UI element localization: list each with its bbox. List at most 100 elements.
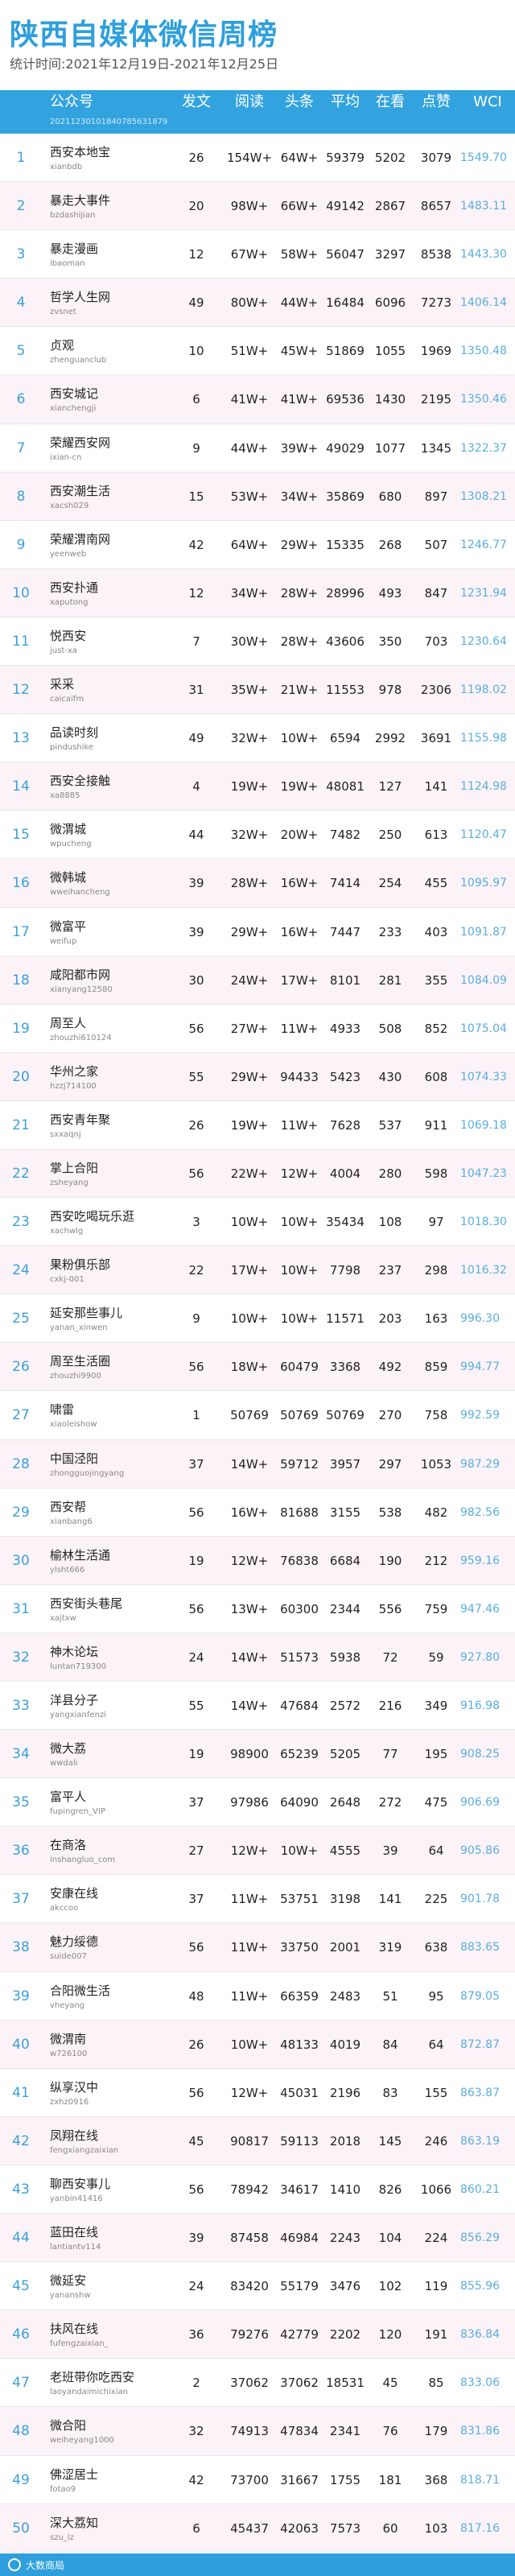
table-row[interactable]: 26 周至生活圈 zhouzhi9900 56 18W+ 60479 3368 492 859 9…	[0, 1343, 515, 1392]
table-row[interactable]: 48 微合阳 weiheyang1000 32 74913 47834 2341 76 179 8…	[0, 2407, 515, 2456]
account-name[interactable]: 果粉俱乐部	[50, 1256, 110, 1273]
account-name[interactable]: 暴走漫画	[50, 240, 98, 257]
account-name[interactable]: 神木论坛	[50, 1643, 98, 1660]
table-row[interactable]: 25 延安那些事儿 yanan_xinwen 9 10W+ 10W+ 11571 203 163…	[0, 1294, 515, 1344]
column-header-headline[interactable]: 头条	[274, 90, 325, 134]
table-row[interactable]: 23 西安吃喝玩乐逛 xachwlg 3 10W+ 10W+ 35434 108 97 1018.…	[0, 1198, 515, 1247]
account-name[interactable]: 微韩城	[50, 869, 86, 886]
account-name[interactable]: 在商洛	[50, 1836, 86, 1853]
column-header-reads[interactable]: 阅读	[224, 90, 275, 134]
table-row[interactable]: 42 凤翔在线 fengxiangzaixian 45 90817 59113 2018 14…	[0, 2116, 515, 2165]
table-row[interactable]: 15 微渭城 wpucheng 44 32W+ 20W+ 7482 250 613 1120.47	[0, 811, 515, 860]
column-header-likes[interactable]: 点赞	[412, 90, 460, 134]
column-header-average[interactable]: 平均	[322, 90, 369, 134]
table-row[interactable]: 2 暴走大事件 bzdashijian 20 98W+ 66W+ 49142 2867 8657…	[0, 182, 515, 231]
account-name[interactable]: 魅力绥德	[50, 1933, 98, 1950]
table-row[interactable]: 30 榆林生活通 ylsht666 19 12W+ 76838 6684 190 212 959.…	[0, 1536, 515, 1585]
table-row[interactable]: 7 荣耀西安网 ixian-cn 9 44W+ 39W+ 49029 1077 1345 1322…	[0, 423, 515, 473]
account-name[interactable]: 微合阳	[50, 2417, 86, 2434]
column-header-looking[interactable]: 在看	[367, 90, 414, 134]
account-name[interactable]: 安康在线	[50, 1885, 98, 1901]
account-name[interactable]: 哲学人生网	[50, 288, 110, 305]
table-row[interactable]: 49 佛涩居士 fotao9 42 73700 31667 1755 181 368 818.71	[0, 2455, 515, 2504]
table-row[interactable]: 10 西安扑通 xaputong 12 34W+ 28W+ 28996 493 847 1231.…	[0, 568, 515, 617]
account-name[interactable]: 掌上合阳	[50, 1159, 98, 1176]
account-name[interactable]: 荣耀渭南网	[50, 530, 110, 547]
table-row[interactable]: 36 在商洛 inshangluo_com 27 12W+ 10W+ 4555 39 64 905…	[0, 1827, 515, 1876]
table-row[interactable]: 21 西安青年聚 sxxaqnj 26 19W+ 11W+ 7628 537 911 1069.1…	[0, 1100, 515, 1150]
account-name[interactable]: 聊西安事儿	[50, 2175, 110, 2192]
account-name[interactable]: 周至生活圈	[50, 1352, 110, 1369]
table-row[interactable]: 17 微富平 weifup 39 29W+ 16W+ 7447 233 403 1091.87	[0, 907, 515, 956]
account-name[interactable]: 采采	[50, 675, 74, 692]
account-name[interactable]: 佛涩居士	[50, 2466, 98, 2483]
table-row[interactable]: 12 采采 caicaifm 31 35W+ 21W+ 11553 978 2306 1198.0…	[0, 666, 515, 715]
table-row[interactable]: 8 西安潮生活 xacsh029 15 53W+ 34W+ 35869 680 897 1308.…	[0, 472, 515, 521]
table-row[interactable]: 46 扶风在线 fufengzaixian_ 36 79276 42779 2202 120 1…	[0, 2310, 515, 2359]
table-row[interactable]: 18 咸阳都市网 xianyang12580 30 24W+ 17W+ 8101 281 355…	[0, 956, 515, 1005]
table-row[interactable]: 22 掌上合阳 zsheyang 56 22W+ 12W+ 4004 280 598 1047.2…	[0, 1149, 515, 1199]
table-row[interactable]: 32 神木论坛 luntan719300 24 14W+ 51573 5938 72 59 927…	[0, 1633, 515, 1682]
table-row[interactable]: 38 魅力绥德 suide007 56 11W+ 33750 2001 319 638 883.6…	[0, 1923, 515, 1972]
table-row[interactable]: 33 洋县分子 yangxianfenzi 55 14W+ 47684 2572 216 349…	[0, 1682, 515, 1731]
account-name[interactable]: 老班带你吃西安	[50, 2368, 134, 2385]
account-name[interactable]: 咸阳都市网	[50, 966, 110, 983]
table-row[interactable]: 47 老班带你吃西安 laoyandaimichixian 2 37062 37062 18…	[0, 2359, 515, 2408]
table-row[interactable]: 41 纵享汉中 zxhz0916 56 12W+ 45031 2196 83 155 863.87	[0, 2068, 515, 2117]
table-row[interactable]: 43 聊西安事儿 yanbin41416 56 78942 34617 1410 826 106…	[0, 2165, 515, 2215]
table-row[interactable]: 39 合阳微生活 vheyang 48 11W+ 66359 2483 51 95 879.05	[0, 1971, 515, 2021]
account-name[interactable]: 纵享汉中	[50, 2079, 98, 2095]
table-row[interactable]: 5 贞观 zhenguanclub 10 51W+ 45W+ 51869 1055 1969 13…	[0, 327, 515, 376]
account-name[interactable]: 西安吃喝玩乐逛	[50, 1208, 134, 1224]
account-name[interactable]: 荣耀西安网	[50, 434, 110, 451]
account-name[interactable]: 华州之家	[50, 1063, 98, 1080]
account-name[interactable]: 西安街头巷尾	[50, 1595, 122, 1612]
account-name[interactable]: 微渭城	[50, 820, 86, 837]
account-name[interactable]: 西安青年聚	[50, 1111, 110, 1128]
account-name[interactable]: 微富平	[50, 918, 86, 935]
account-name[interactable]: 西安全接触	[50, 772, 110, 789]
account-name[interactable]: 中国泾阳	[50, 1450, 98, 1467]
table-row[interactable]: 45 微延安 yananshw 24 83420 55179 3476 102 119 855.9…	[0, 2262, 515, 2311]
account-name[interactable]: 西安本地宝	[50, 143, 110, 160]
account-name[interactable]: 蓝田在线	[50, 2223, 98, 2240]
table-row[interactable]: 27 啸雷 xiaoleishow 1 50769 50769 50769 270 758 992…	[0, 1391, 515, 1440]
table-row[interactable]: 11 悦西安 just-xa 7 30W+ 28W+ 43606 350 703 1230.64	[0, 617, 515, 667]
column-header-account[interactable]: 公众号	[50, 90, 93, 134]
table-row[interactable]: 6 西安城记 xianchengji 6 41W+ 41W+ 69536 1430 2195 13…	[0, 375, 515, 424]
table-row[interactable]: 19 周至人 zhouzhi610124 56 27W+ 11W+ 4933 508 852 10…	[0, 1004, 515, 1053]
table-row[interactable]: 24 果粉俱乐部 cxkj-001 22 17W+ 10W+ 7798 237 298 1016.…	[0, 1246, 515, 1295]
account-name[interactable]: 扶风在线	[50, 2320, 98, 2337]
account-name[interactable]: 合阳微生活	[50, 1982, 110, 1999]
account-name[interactable]: 贞观	[50, 336, 74, 353]
column-header-posts[interactable]: 发文	[172, 90, 220, 134]
account-name[interactable]: 西安扑通	[50, 579, 98, 596]
table-row[interactable]: 20 华州之家 hzzj714100 55 29W+ 94433 5423 430 608 107…	[0, 1052, 515, 1101]
table-row[interactable]: 4 哲学人生网 zvsnet 49 80W+ 44W+ 16484 6096 7273 1406.…	[0, 279, 515, 328]
account-name[interactable]: 深大荔知	[50, 2514, 98, 2531]
table-row[interactable]: 50 深大荔知 szu_lz 6 45437 42063 7573 60 103 817.16	[0, 2504, 515, 2553]
account-name[interactable]: 榆林生活通	[50, 1546, 110, 1563]
account-name[interactable]: 富平人	[50, 1788, 86, 1805]
account-name[interactable]: 延安那些事儿	[50, 1304, 122, 1321]
account-name[interactable]: 西安城记	[50, 385, 98, 402]
account-name[interactable]: 啸雷	[50, 1401, 74, 1418]
account-name[interactable]: 凤翔在线	[50, 2127, 98, 2144]
account-name[interactable]: 品读时刻	[50, 724, 98, 741]
column-header-wci[interactable]: WCI	[460, 90, 515, 134]
table-row[interactable]: 40 微渭南 w726100 26 10W+ 48133 4019 84 64 872.87	[0, 2020, 515, 2069]
table-row[interactable]: 31 西安街头巷尾 xajtxw 56 13W+ 60300 2344 556 759 947.4…	[0, 1584, 515, 1633]
table-row[interactable]: 16 微韩城 wweihancheng 39 28W+ 16W+ 7414 254 455 109…	[0, 859, 515, 908]
account-name[interactable]: 暴走大事件	[50, 192, 110, 208]
table-row[interactable]: 1 西安本地宝 xianbdb 26 154W+ 64W+ 59379 5202 3079 154…	[0, 134, 515, 183]
account-name[interactable]: 微延安	[50, 2272, 86, 2289]
account-name[interactable]: 悦西安	[50, 627, 86, 644]
table-row[interactable]: 14 西安全接触 xa8885 4 19W+ 19W+ 48081 127 141 1124.98	[0, 762, 515, 811]
account-name[interactable]: 西安潮生活	[50, 482, 110, 499]
account-name[interactable]: 西安帮	[50, 1498, 86, 1515]
table-row[interactable]: 9 荣耀渭南网 yeenweb 42 64W+ 29W+ 15335 268 507 1246.7…	[0, 520, 515, 569]
table-row[interactable]: 44 蓝田在线 lantiantv114 39 87458 46984 2243 104 224…	[0, 2214, 515, 2263]
table-row[interactable]: 3 暴走漫画 ibaoman 12 67W+ 58W+ 56047 3297 8538 1443.…	[0, 230, 515, 279]
table-row[interactable]: 13 品读时刻 pindushike 49 32W+ 10W+ 6594 2992 3691 11…	[0, 714, 515, 763]
account-name[interactable]: 周至人	[50, 1014, 86, 1031]
